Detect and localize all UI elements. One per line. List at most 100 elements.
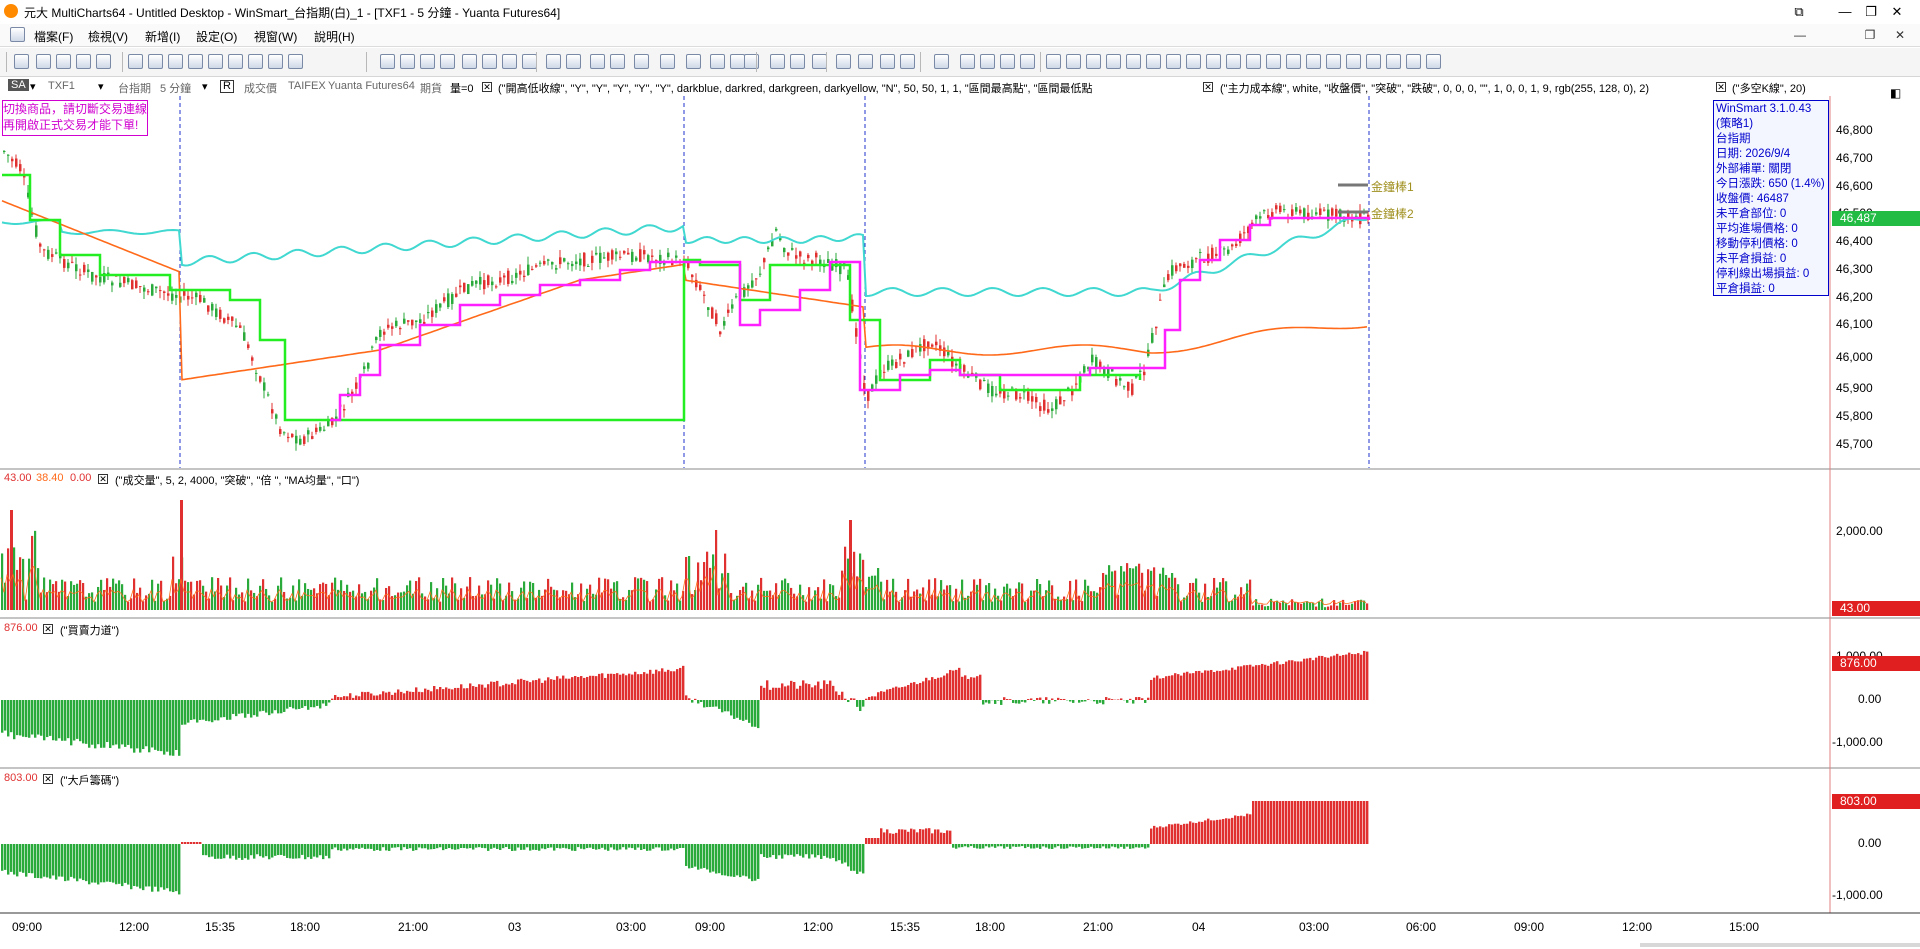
whale-bar [214,844,217,859]
candle-body [1051,408,1054,411]
volume-bar [658,578,661,610]
whale-bar [22,844,25,873]
volume-study-label[interactable]: ("成交量", 5, 2, 4000, "突破", "倍 ", "MA均量", … [115,472,359,488]
buysell-bar [451,689,454,700]
whale-bar [253,844,256,859]
whale-bar [607,844,610,851]
whale-bar [490,844,493,849]
volume-study-remove-icon[interactable]: ✕ [98,473,108,485]
whale-bar [445,844,448,850]
price-axis-label: 46,800 [1836,123,1873,137]
whale-bar [1171,824,1174,844]
whale-bar [190,842,193,844]
whale-bar [1075,844,1078,848]
buysell-bar [1210,669,1213,700]
candle-body [71,261,74,263]
whale-bar [508,844,511,849]
buysell-bar [565,678,568,700]
volume-bar [283,591,286,610]
volume-bar [634,577,637,610]
buysell-bar [304,700,307,707]
buysell-bar [223,700,226,718]
candle-body [151,284,154,296]
price-axis-label: 45,700 [1836,437,1873,451]
candle-body [1203,261,1206,263]
buysell-study-remove-icon[interactable]: ✕ [43,623,53,635]
volume-bar [232,600,235,610]
buysell-study-label[interactable]: ("買賣力道") [60,622,119,638]
buysell-bar [925,677,928,700]
candle-body [1231,244,1234,247]
candle-body [887,360,890,370]
whale-bar [481,844,484,848]
buysell-bar [499,686,502,700]
buysell-bar [73,700,76,741]
buysell-bar [709,700,712,707]
candle-body [299,438,302,445]
buysell-bar [778,687,781,700]
whale-bar [40,844,43,879]
buysell-bar [1216,670,1219,700]
buysell-bar [850,698,853,700]
whale-bar [529,844,532,851]
volume-bar [373,587,376,610]
whale-bar [556,844,559,848]
whale-study-label[interactable]: ("大戶籌碼") [60,772,119,788]
info-change: 今日漲跌: 650 (1.4%) [1716,178,1825,190]
candle-body [907,350,910,357]
whale-study-remove-icon[interactable]: ✕ [43,773,53,785]
buysell-bar [1087,699,1090,700]
whale-bar [247,844,250,860]
candle-body [207,305,210,312]
buysell-bar [262,700,265,711]
buysell-bar [583,677,586,700]
whale-bar [358,844,361,849]
buysell-bar [688,698,691,700]
buysell-bar [40,700,43,736]
volume-bar [235,587,238,610]
whale-bar [1261,801,1264,844]
candle-body [1007,395,1010,397]
whale-bar [373,844,376,851]
buysell-bar [1339,655,1342,700]
volume-bar [973,579,976,610]
buysell-bar [337,696,340,700]
whale-bar [451,844,454,850]
whale-bar [634,844,637,850]
whale-bar [874,838,877,844]
buysell-bar [1366,651,1369,700]
whale-bar [553,844,556,851]
buysell-bar [628,673,631,700]
volume-bar [157,583,160,610]
buysell-bar [871,696,874,700]
candle-body [667,252,670,258]
candle-body [479,276,482,285]
buysell-bar [805,683,808,700]
volume-bar [670,580,673,610]
candle-body [935,341,938,346]
candle-body [171,293,174,301]
buysell-bar [442,689,445,700]
whale-bar [1345,801,1348,844]
candle-body [807,254,810,259]
buysell-bar [598,673,601,700]
whale-bar [196,842,199,844]
whale-bar [409,844,412,849]
whale-bar [1030,844,1033,849]
whale-bar [1165,826,1168,844]
buysell-bar [751,700,754,727]
buysell-bar [154,700,157,750]
buysell-bar [760,685,763,700]
volume-bar [112,578,115,610]
buysell-bar [430,691,433,700]
volume-bar [946,585,949,610]
whale-bar [631,844,634,849]
buysell-bar [814,685,817,700]
volume-bar [1123,571,1126,610]
buysell-bar [1270,663,1273,700]
candle-body [319,426,322,431]
whale-bar [460,844,463,849]
buysell-bar [691,700,694,703]
volume-bar [733,599,736,610]
buysell-bar [271,700,274,714]
